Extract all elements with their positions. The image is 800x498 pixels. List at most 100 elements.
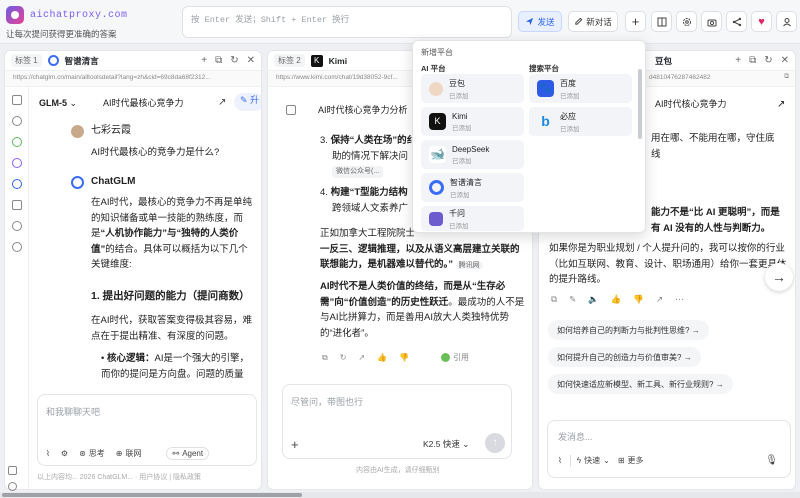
dropdown-scrollbar[interactable] xyxy=(638,69,642,139)
open-external-icon[interactable]: ⧉ xyxy=(215,55,222,66)
layout-button[interactable] xyxy=(651,11,672,32)
platform-baidu[interactable]: 🐾 百度 已添加 xyxy=(529,74,632,103)
thumbs-up-icon[interactable]: 👍 xyxy=(377,353,387,362)
attach-icon[interactable]: ⌇ xyxy=(558,456,562,465)
platform-kimi[interactable]: K Kimi 已添加 xyxy=(421,107,524,136)
screenshot-button[interactable] xyxy=(701,11,722,32)
thumbs-up-icon[interactable]: 👍 xyxy=(611,294,622,305)
copy-icon[interactable]: ⧉ xyxy=(322,353,328,363)
panel-zhipu: 标签 1 智谱清言 + ⧉ ↻ ✕ https://chatglm.cn/mai… xyxy=(4,50,262,490)
attach-icon[interactable]: ⌇ xyxy=(46,449,50,458)
platform-bing[interactable]: b 必应 已添加 xyxy=(529,107,632,136)
platform-zhipu[interactable]: 智谱清言 已添加 xyxy=(421,173,524,202)
model-selector[interactable]: K2.5 快速 ⌄ xyxy=(423,438,469,450)
tools-icon[interactable]: ⚙ xyxy=(61,449,68,458)
window-icon[interactable] xyxy=(8,466,17,475)
chat-input-doubao[interactable]: 发消息... ⌇ ϟ 快速 ⌄ ⊞ 更多 🎙 xyxy=(547,420,791,478)
share-chat-icon[interactable]: ↗ xyxy=(218,95,226,111)
sidebar-toggle-icon[interactable] xyxy=(11,95,22,105)
copy-url-icon[interactable]: ⧉ xyxy=(784,73,789,81)
speaker-icon[interactable]: 🔈 xyxy=(588,294,599,305)
think-button[interactable]: ⊛ 思考 xyxy=(79,448,105,459)
doubao-icon xyxy=(429,81,443,96)
answer-line: 用在哪、不能用在哪，守住底 xyxy=(651,133,775,144)
open-external-icon[interactable]: ⧉ xyxy=(749,55,756,66)
bot-name: ChatGLM xyxy=(91,176,136,187)
app-icon[interactable] xyxy=(11,179,22,189)
thumbs-down-icon[interactable]: 👎 xyxy=(633,294,644,305)
answer-bullet: • 核心逻辑：AI是一个强大的引擎，而你的提问是方向盘。问题的质量 xyxy=(101,353,249,380)
thumbs-down-icon[interactable]: 👎 xyxy=(399,353,409,362)
heart-icon: ♥ xyxy=(758,15,765,28)
share-chat-icon[interactable]: ↗ xyxy=(777,97,785,113)
close-icon[interactable]: ✕ xyxy=(247,55,255,66)
sidebar-toggle-icon[interactable] xyxy=(286,105,296,115)
prompt-input[interactable]: 按 Enter 发送；Shift + Enter 换行 xyxy=(182,6,512,38)
settings-icon[interactable] xyxy=(8,482,17,491)
plus-icon[interactable]: + xyxy=(291,437,299,452)
platform-deepseek[interactable]: 🐋 DeepSeek 已添加 xyxy=(421,140,524,169)
platform-doubao[interactable]: 豆包 已添加 xyxy=(421,74,524,103)
model-selector[interactable]: GLM-5 ⌄ xyxy=(39,96,77,112)
share-icon[interactable]: ↗ xyxy=(358,353,365,362)
share-icon[interactable]: ↗ xyxy=(656,294,663,305)
edit-icon[interactable]: ✎ xyxy=(569,294,576,305)
arrow-right-icon: → xyxy=(772,269,786,285)
plus-circle-icon[interactable] xyxy=(11,137,22,147)
answer-paragraph: 正如加拿大工程院院士 一反三、逻辑推理，以及从语义高层建立关联的联想能力，是机器难… xyxy=(320,228,520,270)
panel-url[interactable]: https://chatglm.cn/main/alltoolsdetail?l… xyxy=(5,71,261,87)
share-button[interactable] xyxy=(726,11,747,32)
web-search-button[interactable]: ⊕ 联网 xyxy=(116,448,142,459)
chat-input-zhipu[interactable]: 和我聊聊天吧 ⌇ ⚙ ⊛ 思考 ⊕ 联网 ⚯ Agent xyxy=(37,394,257,466)
suggestion-chip[interactable]: 如何培养自己的判断力与批判性思维? → xyxy=(548,320,709,340)
favorite-button[interactable]: ♥ xyxy=(751,11,772,32)
history-icon[interactable] xyxy=(11,221,22,231)
more-icon[interactable] xyxy=(11,242,22,252)
more-icon[interactable]: ⋯ xyxy=(675,294,684,305)
microphone-icon[interactable]: 🎙 xyxy=(765,455,778,466)
account-button[interactable] xyxy=(776,11,797,32)
sources-button[interactable]: 引用 xyxy=(441,352,469,363)
panel-tag: 标签 2 xyxy=(274,54,305,67)
ai-section-label: AI 平台 xyxy=(421,64,446,73)
folder-icon[interactable] xyxy=(11,200,22,210)
refresh-icon[interactable]: ↻ xyxy=(764,55,772,66)
search-icon[interactable] xyxy=(11,116,22,126)
chevron-down-icon: ⌄ xyxy=(69,98,78,108)
new-chat-button[interactable]: 新对话 xyxy=(568,11,618,32)
copy-icon[interactable]: ⧉ xyxy=(551,294,557,305)
agent-icon[interactable] xyxy=(11,158,22,168)
bing-icon: b xyxy=(541,113,550,129)
chatglm-avatar-icon xyxy=(71,176,84,189)
arrow-right-icon: → xyxy=(691,326,700,335)
plus-icon: + xyxy=(631,14,640,29)
kimi-logo-icon: K xyxy=(310,54,323,67)
answer-paragraph: 如果你是为职业规划 / 个人提升问的，我可以按你的行业（比如互联网、教育、设计、… xyxy=(549,243,787,285)
scroll-next-button[interactable]: → xyxy=(765,263,793,291)
platform-qianwen[interactable]: 千问 已添加 xyxy=(421,206,524,231)
close-icon[interactable]: ✕ xyxy=(781,55,789,66)
panel-header: 标签 1 智谱清言 + ⧉ ↻ ✕ xyxy=(5,51,261,71)
send-button[interactable]: 发送 xyxy=(518,11,562,32)
chat-input-kimi[interactable]: 尽管问，带图也行 + K2.5 快速 ⌄ ↑ xyxy=(282,384,512,459)
refresh-icon[interactable]: ↻ xyxy=(340,353,347,362)
agent-button[interactable]: ⚯ Agent xyxy=(166,447,210,460)
horizontal-scrollbar-thumb[interactable] xyxy=(2,493,302,497)
suggestion-chip[interactable]: 如何快速适应新模型、新工具、新行业规则? → xyxy=(548,374,733,394)
citation-badge[interactable]: 微信公众号(... xyxy=(332,166,384,178)
add-platform-button[interactable]: + xyxy=(625,11,646,32)
tagline: 让每次提问获得更准确的答案 xyxy=(6,29,117,39)
add-tab-icon[interactable]: + xyxy=(201,55,207,66)
more-button[interactable]: ⊞ 更多 xyxy=(618,455,644,466)
send-button[interactable]: ↑ xyxy=(485,433,505,453)
fast-mode-button[interactable]: ϟ 快速 ⌄ xyxy=(569,455,610,466)
add-tab-icon[interactable]: + xyxy=(735,55,741,66)
refresh-icon[interactable]: ↻ xyxy=(230,55,238,66)
brand: aichatproxy.com xyxy=(6,6,128,24)
settings-button[interactable] xyxy=(676,11,697,32)
panel-title: 智谱清言 xyxy=(64,55,99,66)
citation-badge[interactable]: 腾讯网 xyxy=(455,262,483,269)
upgrade-button[interactable]: ✎ 升 xyxy=(234,93,261,111)
layout-icon xyxy=(657,17,666,26)
suggestion-chip[interactable]: 如何提升自己的创造力与价值审美? → xyxy=(548,347,701,367)
